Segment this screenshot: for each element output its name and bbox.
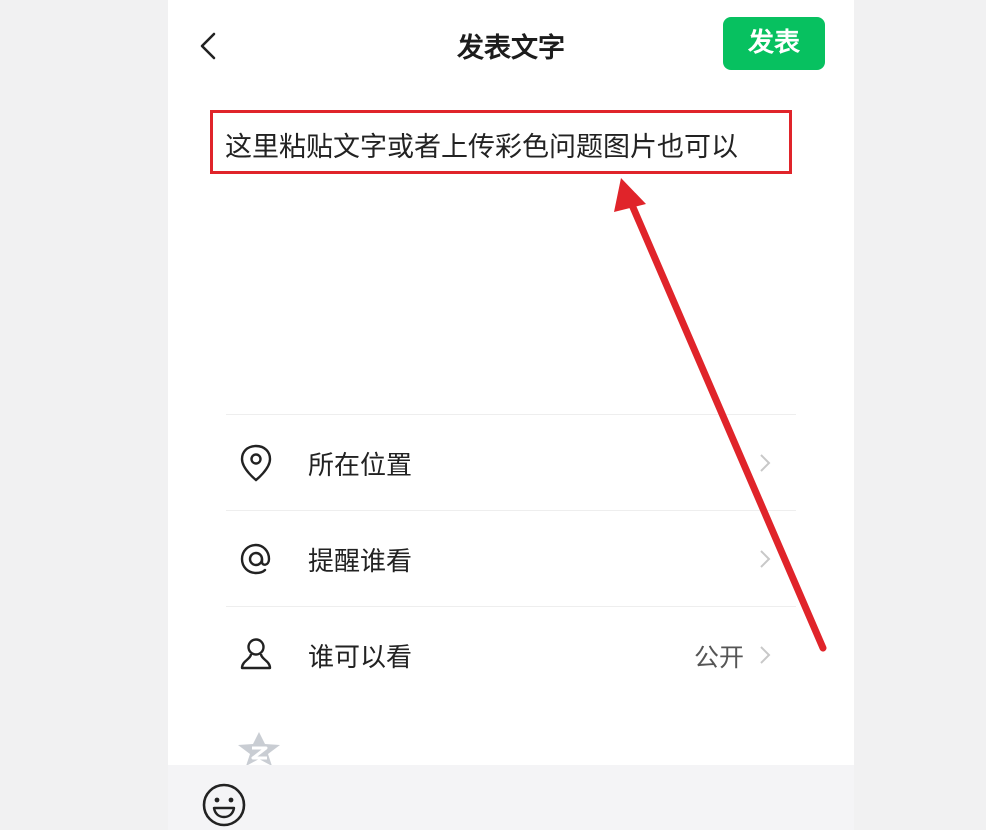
location-label: 所在位置 bbox=[308, 451, 413, 481]
mention-label: 提醒谁看 bbox=[308, 547, 413, 577]
mention-row[interactable]: 提醒谁看 bbox=[226, 514, 796, 604]
divider bbox=[226, 414, 796, 415]
bottom-toolbar bbox=[168, 765, 854, 830]
post-button[interactable]: 发表 bbox=[723, 17, 825, 70]
divider bbox=[226, 510, 796, 511]
qzone-star-icon[interactable] bbox=[234, 730, 284, 766]
location-pin-icon bbox=[240, 444, 272, 482]
top-bar: 发表文字 发表 bbox=[168, 0, 854, 90]
at-sign-icon bbox=[240, 543, 271, 575]
compose-text-area[interactable]: 这里粘贴文字或者上传彩色问题图片也可以 bbox=[210, 110, 792, 174]
location-row[interactable]: 所在位置 bbox=[226, 418, 796, 508]
emoji-icon[interactable] bbox=[200, 781, 248, 829]
visibility-row[interactable]: 谁可以看 公开 bbox=[226, 610, 796, 700]
chevron-right-icon bbox=[760, 454, 771, 472]
visibility-label: 谁可以看 bbox=[308, 643, 413, 673]
divider bbox=[226, 606, 796, 607]
person-icon bbox=[240, 638, 272, 670]
chevron-right-icon bbox=[760, 646, 771, 664]
chevron-right-icon bbox=[760, 550, 771, 568]
wechat-post-screen: 发表文字 发表 这里粘贴文字或者上传彩色问题图片也可以 所在位置 提醒谁看 谁可… bbox=[168, 0, 854, 830]
visibility-value: 公开 bbox=[693, 643, 744, 672]
